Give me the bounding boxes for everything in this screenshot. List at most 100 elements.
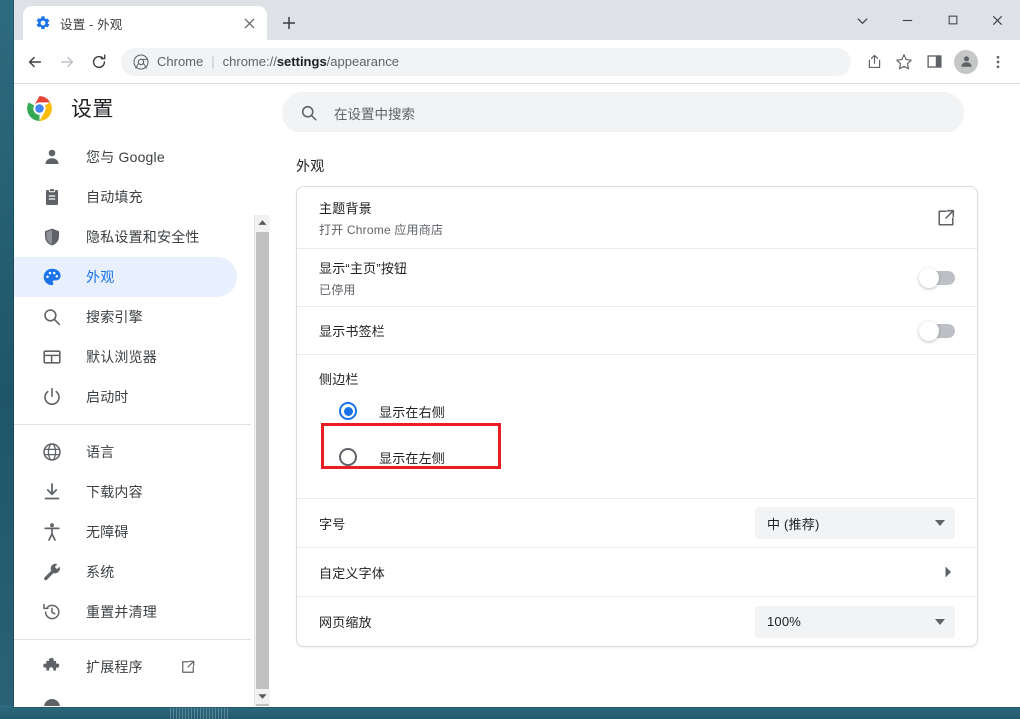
sidebar-item-on-startup[interactable]: 启动时 bbox=[14, 377, 237, 417]
forward-button[interactable] bbox=[52, 47, 82, 77]
sidebar-item-label: 您与 Google bbox=[86, 149, 165, 165]
more-menu-icon[interactable] bbox=[984, 48, 1012, 76]
search-input[interactable]: 在设置中搜索 bbox=[282, 92, 964, 134]
minimize-button[interactable] bbox=[885, 4, 930, 36]
row-customize-fonts[interactable]: 自定义字体 bbox=[297, 548, 977, 597]
wrench-icon bbox=[44, 563, 60, 581]
bookmarks-bar-toggle[interactable] bbox=[919, 320, 955, 341]
chrome-icon bbox=[133, 53, 149, 70]
row-label: 自定义字体 bbox=[319, 565, 386, 581]
sidebar-item-label: 启动时 bbox=[86, 389, 129, 405]
radio-option-show-left[interactable]: 显示在左侧 bbox=[339, 434, 955, 480]
row-label: 显示书签栏 bbox=[319, 324, 386, 339]
radio-button[interactable] bbox=[339, 448, 357, 466]
chrome-logo-icon bbox=[27, 95, 52, 121]
omnibox-scheme-label: Chrome bbox=[157, 54, 204, 69]
row-theme[interactable]: 主题背景 打开 Chrome 应用商店 bbox=[297, 187, 977, 249]
row-page-zoom-text: 网页缩放 bbox=[319, 612, 755, 631]
sidebar-item-label: 自动填充 bbox=[86, 189, 143, 205]
reload-button[interactable] bbox=[84, 47, 114, 77]
scroll-down-button[interactable] bbox=[255, 689, 270, 704]
row-label: 字号 bbox=[319, 516, 346, 532]
external-link-icon[interactable] bbox=[937, 209, 955, 227]
sidebar-item-label: 系统 bbox=[86, 564, 115, 580]
window-controls bbox=[840, 0, 1020, 40]
tab-search-button[interactable] bbox=[840, 4, 885, 36]
radio-button[interactable] bbox=[339, 402, 357, 420]
sidebar-item-system[interactable]: 系统 bbox=[14, 552, 237, 592]
chevron-right-icon[interactable] bbox=[941, 565, 955, 579]
row-home-button[interactable]: 显示“主页”按钮 已停用 bbox=[297, 249, 977, 307]
chevron-down-icon bbox=[857, 17, 868, 24]
row-bookmarks-bar-text: 显示书签栏 bbox=[319, 321, 921, 340]
address-bar[interactable]: Chrome | chrome://settings/appearance bbox=[121, 47, 851, 76]
chevron-down-icon bbox=[935, 520, 945, 526]
sidebar-item-label: 无障碍 bbox=[86, 524, 129, 540]
row-font-size[interactable]: 字号 中 (推荐) bbox=[297, 499, 977, 548]
row-sublabel: 已停用 bbox=[319, 282, 356, 297]
sidebar-item-languages[interactable]: 语言 bbox=[14, 432, 237, 472]
sidebar-item-privacy-security[interactable]: 隐私设置和安全性 bbox=[14, 217, 237, 257]
url-bold-part: settings bbox=[276, 54, 327, 69]
forward-arrow-icon bbox=[60, 56, 74, 67]
gear-icon bbox=[36, 16, 50, 30]
scrollbar-thumb[interactable] bbox=[256, 232, 269, 706]
row-bookmarks-bar[interactable]: 显示书签栏 bbox=[297, 307, 977, 355]
toggle-knob bbox=[919, 267, 939, 288]
sidebar-item-downloads[interactable]: 下载内容 bbox=[14, 472, 237, 512]
page-zoom-dropdown[interactable]: 100% bbox=[755, 605, 955, 638]
sidebar-item-appearance[interactable]: 外观 bbox=[14, 257, 237, 297]
search-icon bbox=[44, 309, 61, 326]
browser-window-icon bbox=[43, 350, 61, 364]
sidebar-item-label: 隐私设置和安全性 bbox=[86, 229, 200, 245]
sidebar-scrollbar[interactable] bbox=[254, 215, 270, 706]
desktop-background bbox=[0, 705, 1020, 719]
download-icon bbox=[44, 483, 60, 500]
sidebar-item-accessibility[interactable]: 无障碍 bbox=[14, 512, 237, 552]
font-size-dropdown[interactable]: 中 (推荐) bbox=[755, 507, 955, 539]
radio-option-show-right[interactable]: 显示在右侧 bbox=[339, 388, 955, 434]
maximize-button[interactable] bbox=[930, 4, 975, 36]
share-icon[interactable] bbox=[860, 48, 888, 76]
sidebar-item-you-and-google[interactable]: 您与 Google bbox=[14, 137, 237, 177]
row-label: 显示“主页”按钮 bbox=[319, 260, 408, 276]
sidebar-item-partial[interactable] bbox=[14, 687, 237, 706]
three-dots-glyph bbox=[996, 55, 1000, 68]
row-home-button-text: 显示“主页”按钮 已停用 bbox=[319, 258, 921, 298]
profile-avatar[interactable] bbox=[954, 49, 978, 74]
close-glyph bbox=[243, 17, 255, 29]
sidebar-item-label: 默认浏览器 bbox=[86, 349, 157, 365]
appearance-card: 主题背景 打开 Chrome 应用商店 显示“主页”按钮 已停用 显示书签栏 侧… bbox=[296, 186, 978, 647]
radio-label: 显示在右侧 bbox=[379, 404, 446, 420]
settings-sidebar: 您与 Google 自动填充 隐私设置和安全性 外观 搜索引擎 默认浏览器 启动… bbox=[14, 132, 251, 706]
row-page-zoom[interactable]: 网页缩放 100% bbox=[297, 597, 977, 646]
sidebar-item-label: 扩展程序 bbox=[86, 659, 143, 675]
settings-page: 设置 在设置中搜索 您与 Google 自动填充 隐私设置和安全性 外观 搜索引… bbox=[14, 84, 1020, 706]
close-window-icon bbox=[992, 15, 1003, 25]
sidebar-item-search-engine[interactable]: 搜索引擎 bbox=[14, 297, 237, 337]
back-arrow-icon bbox=[28, 56, 42, 67]
sidebar-item-autofill[interactable]: 自动填充 bbox=[14, 177, 237, 217]
sidebar-item-label: 外观 bbox=[86, 269, 115, 285]
external-link-icon bbox=[181, 660, 195, 673]
sidebar-item-extensions[interactable]: 扩展程序 bbox=[14, 647, 237, 687]
plus-icon bbox=[283, 17, 295, 29]
back-button[interactable] bbox=[20, 47, 50, 77]
home-button-toggle[interactable] bbox=[919, 267, 955, 288]
side-panel-glyph bbox=[926, 55, 942, 68]
sidebar-item-reset-cleanup[interactable]: 重置并清理 bbox=[14, 592, 237, 632]
url-prefix: chrome:// bbox=[222, 54, 277, 69]
browser-tab[interactable]: 设置 - 外观 bbox=[23, 6, 267, 40]
close-window-button[interactable] bbox=[975, 4, 1020, 36]
close-icon[interactable] bbox=[239, 13, 259, 33]
sidebar-divider bbox=[14, 639, 251, 640]
page-title: 设置 bbox=[71, 98, 114, 121]
side-panel-icon[interactable] bbox=[920, 48, 948, 76]
omnibox-separator: | bbox=[211, 54, 215, 69]
history-restore-icon bbox=[43, 603, 60, 620]
sidebar-item-default-browser[interactable]: 默认浏览器 bbox=[14, 337, 237, 377]
new-tab-button[interactable] bbox=[275, 9, 303, 37]
row-label: 主题背景 bbox=[319, 200, 372, 216]
scroll-up-button[interactable] bbox=[255, 215, 270, 230]
bookmark-star-icon[interactable] bbox=[890, 48, 918, 76]
